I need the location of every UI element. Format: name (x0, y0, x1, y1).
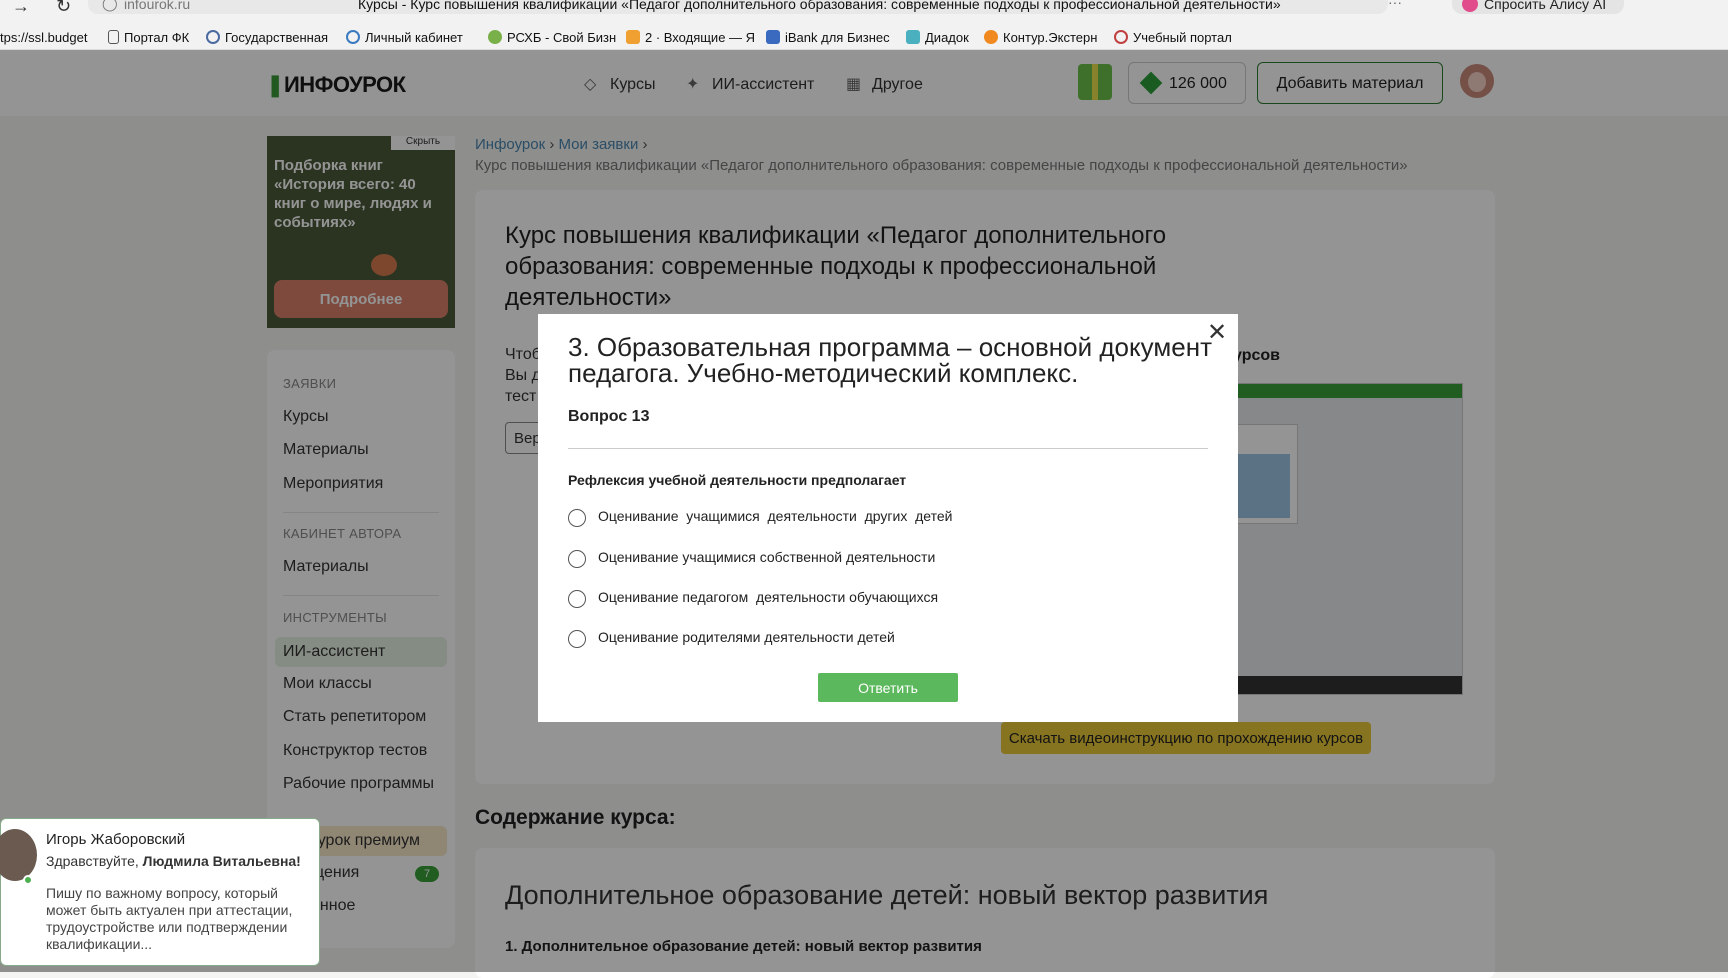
online-status-icon (23, 875, 33, 885)
radio-button[interactable] (568, 550, 586, 568)
answer-option[interactable]: Оценивание родителями деятельности детей (568, 627, 1168, 651)
chat-avatar (0, 829, 37, 881)
quiz-modal: ✕ 3. Образовательная программа – основно… (538, 314, 1238, 722)
bookmark[interactable]: 2 · Входящие — Я (626, 30, 755, 45)
diadoc-icon (906, 30, 920, 44)
browser-chrome: → ↻ ◯ infourok.ru Курсы - Курс повышения… (0, 0, 1728, 50)
submit-answer-button[interactable]: Ответить (818, 673, 958, 702)
bookmark[interactable]: iBank для Бизнес (766, 30, 890, 45)
radio-button[interactable] (568, 630, 586, 648)
answer-option[interactable]: Оценивание учащимися собственной деятель… (568, 547, 1168, 571)
page-icon (108, 30, 119, 44)
address-bar[interactable]: ◯ infourok.ru Курсы - Курс повышения ква… (88, 0, 1402, 14)
education-icon (1114, 30, 1128, 44)
divider (568, 448, 1208, 449)
ibank-icon (766, 30, 780, 44)
radio-button[interactable] (568, 590, 586, 608)
emblem-icon (206, 30, 220, 44)
url-text: infourok.ru (124, 0, 191, 12)
answer-option[interactable]: Оценивание педагогом деятельности обучаю… (568, 587, 1168, 611)
kontur-icon (984, 30, 998, 44)
alisa-button[interactable]: Спросить Алису AI (1452, 0, 1624, 14)
bookmark[interactable]: tps://ssl.budget (0, 30, 87, 45)
bookmark[interactable]: Диадок (906, 30, 969, 45)
radio-button[interactable] (568, 509, 586, 527)
modal-title: 3. Образовательная программа – основной … (568, 332, 1212, 388)
page-title-text: Курсы - Курс повышения квалификации «Пед… (358, 0, 1281, 12)
bookmark[interactable]: Государственная (206, 30, 328, 45)
chat-message: Пишу по важному вопросу, который может б… (46, 885, 293, 952)
rshb-icon (488, 30, 502, 44)
chat-greeting: Здравствуйте, Людмила Витальевна! (46, 853, 301, 869)
bookmarks-bar: tps://ssl.budget Портал ФК Государственн… (0, 28, 1728, 48)
bookmark[interactable]: РСХБ - Свой Бизн (488, 30, 616, 45)
bookmark[interactable]: Портал ФК (108, 30, 189, 45)
question-prompt: Рефлексия учебной деятельности предполаг… (568, 472, 907, 488)
alisa-icon (1462, 0, 1478, 12)
question-number: Вопрос 13 (568, 408, 650, 425)
answer-option[interactable]: Оценивание учащимися деятельности других… (568, 506, 1168, 530)
chat-popup[interactable]: Игорь Жаборовский Здравствуйте, Людмила … (0, 818, 320, 966)
chat-sender-name: Игорь Жаборовский (46, 831, 186, 848)
alisa-label: Спросить Алису AI (1484, 0, 1607, 12)
browser-top-row: → ↻ ◯ infourok.ru Курсы - Курс повышения… (0, 0, 1728, 18)
bookmark[interactable]: Учебный портал (1114, 30, 1232, 45)
more-icon[interactable]: ··· (1388, 0, 1402, 10)
globe-icon (346, 30, 360, 44)
mail-icon (626, 30, 640, 44)
back-arrow-icon[interactable]: → (12, 0, 30, 17)
reload-icon[interactable]: ↻ (56, 0, 71, 17)
bookmark[interactable]: Личный кабинет (346, 30, 463, 45)
shield-icon: ◯ (102, 0, 118, 11)
bookmark[interactable]: Контур.Экстерн (984, 30, 1097, 45)
